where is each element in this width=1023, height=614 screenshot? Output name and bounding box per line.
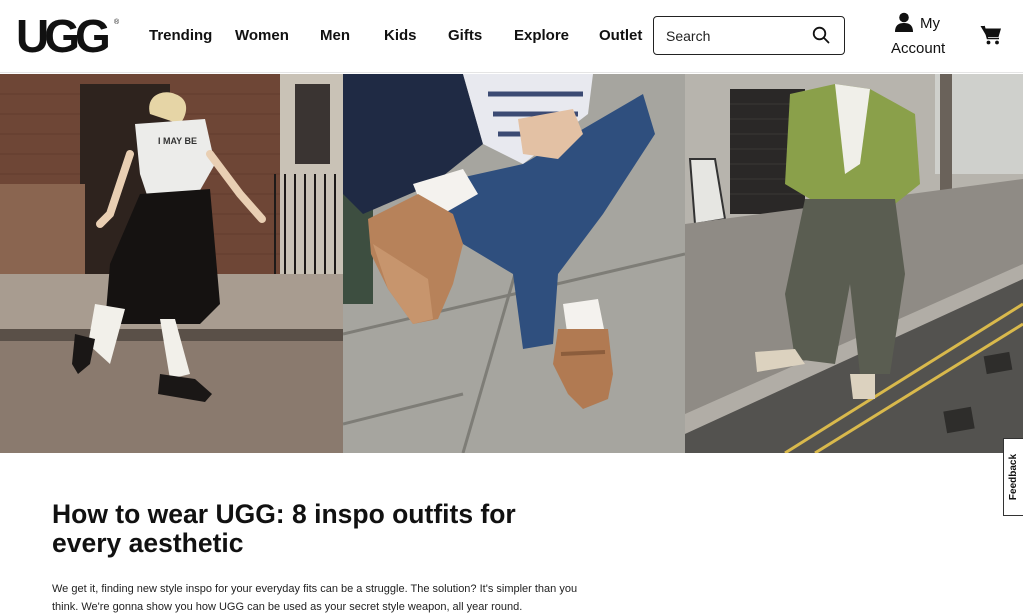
account-label: Account <box>891 40 946 57</box>
hero-image-street-style-man[interactable] <box>685 74 1023 453</box>
search-input[interactable] <box>666 25 806 47</box>
search-icon[interactable] <box>812 26 830 44</box>
feedback-label: Feedback <box>1008 453 1019 501</box>
hero-image-suede-slippers[interactable] <box>343 74 685 453</box>
nav-item-women[interactable]: Women <box>235 27 289 44</box>
nav-item-explore[interactable]: Explore <box>514 27 569 44</box>
feedback-tab[interactable]: Feedback <box>1003 438 1023 516</box>
account-my-label: My <box>920 15 940 32</box>
nav-item-trending[interactable]: Trending <box>149 27 212 44</box>
nav-item-kids[interactable]: Kids <box>384 27 417 44</box>
nav-item-outlet[interactable]: Outlet <box>599 27 642 44</box>
nav-item-men[interactable]: Men <box>320 27 350 44</box>
hero-image-street-style-woman[interactable]: I MAY BE <box>0 74 343 453</box>
main-nav: Trending Women Men Kids Gifts Explore Ou… <box>0 0 660 73</box>
account-link[interactable]: My Account <box>884 12 950 62</box>
street-style-woman-image: I MAY BE <box>0 74 343 453</box>
nav-item-gifts[interactable]: Gifts <box>448 27 482 44</box>
search-box <box>653 16 845 55</box>
article-title: How to wear UGG: 8 inspo outfits for eve… <box>52 499 516 558</box>
hero-image-strip: I MAY BE <box>0 74 1023 453</box>
site-header: UGG ® Trending Women Men Kids Gifts Expl… <box>0 0 1023 73</box>
person-icon <box>895 12 913 32</box>
article-intro: We get it, finding new style inspo for y… <box>52 583 578 613</box>
street-style-man-image <box>685 74 1023 453</box>
suede-slippers-image <box>343 74 685 453</box>
cart-icon[interactable] <box>980 24 1002 46</box>
svg-text:I MAY BE: I MAY BE <box>158 136 197 146</box>
